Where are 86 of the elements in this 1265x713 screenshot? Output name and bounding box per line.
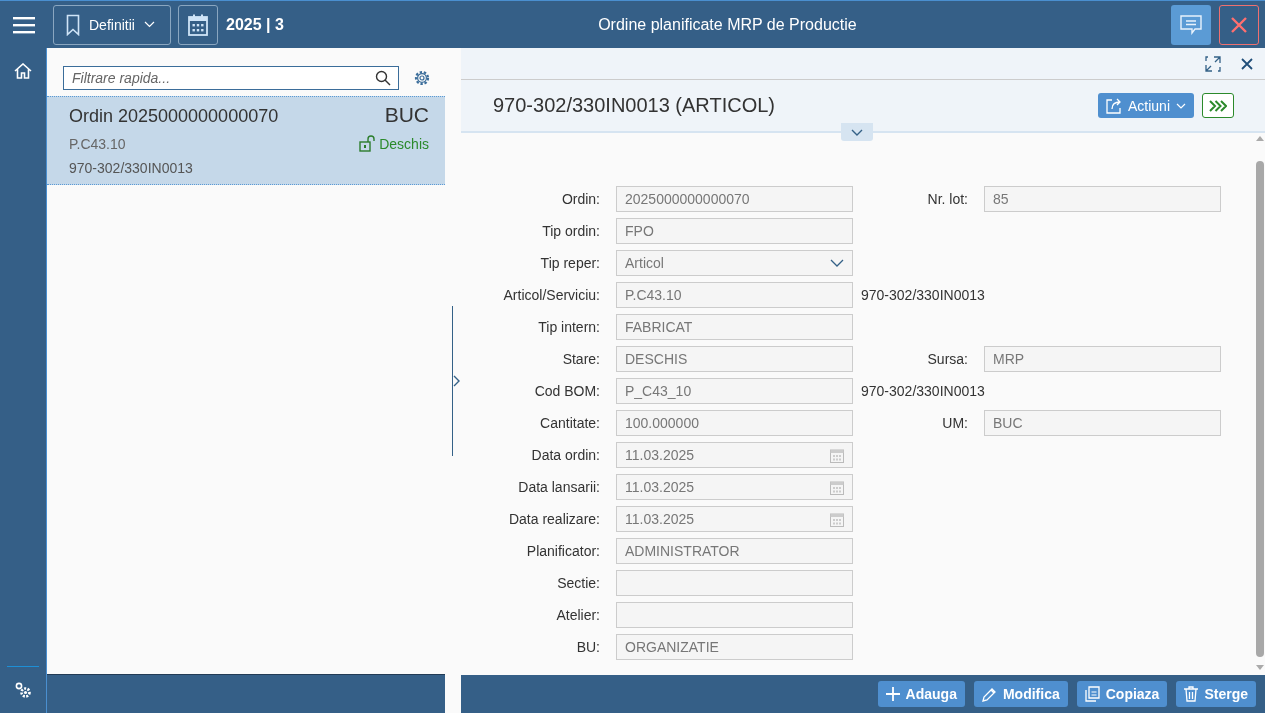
caret-icon <box>143 21 155 28</box>
close-icon <box>1231 16 1247 33</box>
field-label: Planificator: <box>525 543 600 559</box>
date-field[interactable]: 11.03.2025 <box>616 506 853 532</box>
caret-icon <box>1176 102 1186 109</box>
calendar-icon <box>830 511 844 527</box>
input-field[interactable]: ADMINISTRATOR <box>616 538 853 564</box>
fullscreen-button[interactable] <box>1203 53 1223 74</box>
detail-title: 970-302/330IN0013 (ARTICOL) <box>493 94 776 117</box>
field-label: Ordin: <box>560 191 600 207</box>
chevron-down-icon <box>851 128 863 136</box>
bookmark-dropdown-button[interactable]: Definitii <box>53 4 171 45</box>
expand-icon <box>1205 55 1221 72</box>
field-label: BU: <box>575 639 600 655</box>
field-label: Tip intern: <box>537 319 600 335</box>
unit-label: BUC <box>384 103 429 127</box>
calendar-button[interactable] <box>178 4 218 45</box>
input-field[interactable]: ORGANIZATIE <box>616 634 853 660</box>
input-field[interactable]: 85 <box>984 186 1221 212</box>
share-icon <box>1105 97 1122 114</box>
menu-icon <box>12 15 35 34</box>
article-code: P.C43.10 <box>69 135 126 152</box>
order-title: Ordin 2025000000000070 <box>69 106 279 127</box>
period-label: 2025 | 3 <box>226 15 284 34</box>
calendar-icon <box>830 479 844 495</box>
app-title: Ordine planificate MRP de Productie <box>597 15 858 34</box>
filter-field[interactable]: Filtrare rapida... <box>63 65 399 90</box>
field-label: Data ordin: <box>530 447 600 463</box>
input-field[interactable]: P.C43.10 <box>616 282 853 308</box>
article-description: 970-302/330IN0013 <box>69 160 193 176</box>
chevron-down-icon <box>830 259 844 267</box>
input-field[interactable]: BUC <box>984 410 1221 436</box>
next-button[interactable] <box>1202 93 1234 118</box>
settings-button[interactable] <box>413 68 431 87</box>
dropdown-field[interactable]: Articol <box>616 250 853 276</box>
chat-icon <box>1180 14 1202 35</box>
field-label: Cod BOM: <box>533 383 600 399</box>
input-field[interactable]: MRP <box>984 346 1221 372</box>
trash-icon <box>1184 686 1199 702</box>
description-text: 970-302/330IN0013 <box>861 287 985 303</box>
close-button[interactable] <box>1239 55 1255 72</box>
unlocked-padlock-icon <box>359 135 376 152</box>
copy-icon <box>1084 686 1100 702</box>
settings-icon <box>413 68 431 87</box>
description-text: 970-302/330IN0013 <box>861 383 985 399</box>
field-label: Tip ordin: <box>541 223 600 239</box>
input-field[interactable] <box>616 602 853 628</box>
input-field[interactable]: 100.000000 <box>616 410 853 436</box>
add-button[interactable]: Adauga <box>877 681 965 707</box>
calendar-icon <box>830 447 844 463</box>
feedback-button[interactable] <box>1171 4 1211 45</box>
copy-button[interactable]: Copiaza <box>1076 681 1168 707</box>
field-label: Stare: <box>561 351 600 367</box>
status-label: Deschis <box>379 135 429 152</box>
order-list-item[interactable]: Ordin 2025000000000070 BUC P.C43.10 Deschis 970-302/330IN0013 <box>47 96 445 185</box>
field-label: Sursa: <box>926 351 968 367</box>
delete-button[interactable]: Sterge <box>1176 681 1256 707</box>
input-field[interactable]: 2025000000000070 <box>616 186 853 212</box>
edit-button[interactable]: Modifica <box>973 681 1068 707</box>
field-label: Data lansarii: <box>517 479 600 495</box>
calendar-icon <box>188 13 208 36</box>
home-icon <box>14 63 32 79</box>
field-label: Data realizare: <box>507 511 600 527</box>
actions-dropdown-button[interactable]: Actiuni <box>1097 93 1194 118</box>
field-label: Atelier: <box>555 607 600 623</box>
field-label: Nr. lot: <box>926 191 968 207</box>
settings-icon <box>14 681 32 699</box>
field-label: Tip reper: <box>539 255 600 271</box>
close-icon <box>1241 57 1253 70</box>
plus-icon <box>885 687 900 701</box>
bookmark-icon <box>66 13 80 36</box>
date-field[interactable]: 11.03.2025 <box>616 442 853 468</box>
pencil-icon <box>981 686 997 702</box>
field-label: UM: <box>941 415 968 431</box>
input-field[interactable]: P_C43_10 <box>616 378 853 404</box>
search-icon <box>375 69 391 86</box>
input-field[interactable] <box>616 570 853 596</box>
field-label: Sectie: <box>556 575 600 591</box>
field-label: Cantitate: <box>539 415 600 431</box>
date-field[interactable]: 11.03.2025 <box>616 474 853 500</box>
chevron-right-icon <box>453 374 461 387</box>
input-field[interactable]: DESCHIS <box>616 346 853 372</box>
field-label: Articol/Serviciu: <box>502 287 600 303</box>
input-field[interactable]: FPO <box>616 218 853 244</box>
triple-chevron-icon <box>1209 99 1227 112</box>
input-field[interactable]: FABRICAT <box>616 314 853 340</box>
